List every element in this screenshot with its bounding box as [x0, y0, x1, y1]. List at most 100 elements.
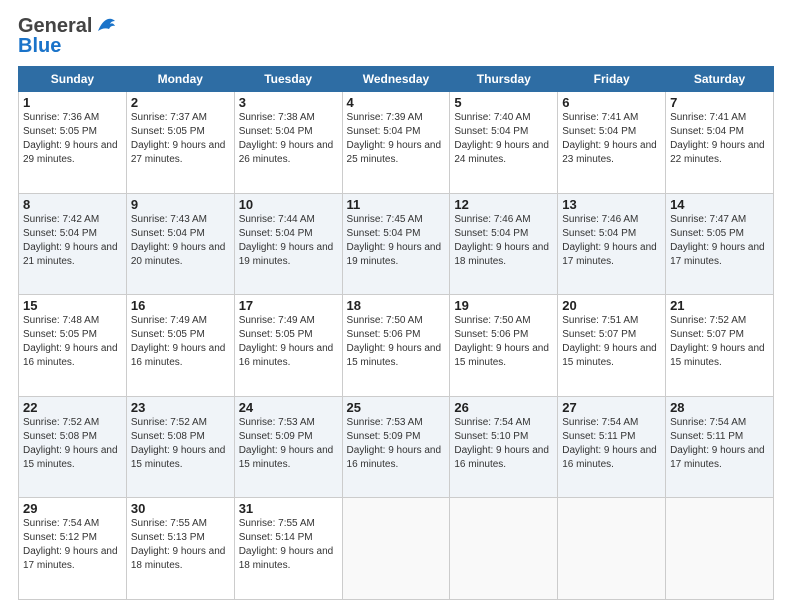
day-info: Sunrise: 7:40 AMSunset: 5:04 PMDaylight:…: [454, 111, 553, 167]
day-number: 28: [670, 400, 769, 415]
day-number: 8: [23, 197, 122, 212]
calendar-cell: 29Sunrise: 7:54 AMSunset: 5:12 PMDayligh…: [19, 498, 127, 600]
day-info: Sunrise: 7:50 AMSunset: 5:06 PMDaylight:…: [454, 314, 553, 370]
day-header-tuesday: Tuesday: [234, 67, 342, 92]
calendar-cell: 19Sunrise: 7:50 AMSunset: 5:06 PMDayligh…: [450, 295, 558, 397]
day-header-sunday: Sunday: [19, 67, 127, 92]
day-info: Sunrise: 7:39 AMSunset: 5:04 PMDaylight:…: [347, 111, 446, 167]
day-info: Sunrise: 7:51 AMSunset: 5:07 PMDaylight:…: [562, 314, 661, 370]
calendar-cell: 17Sunrise: 7:49 AMSunset: 5:05 PMDayligh…: [234, 295, 342, 397]
calendar-cell: 30Sunrise: 7:55 AMSunset: 5:13 PMDayligh…: [126, 498, 234, 600]
day-header-wednesday: Wednesday: [342, 67, 450, 92]
calendar-cell: 2Sunrise: 7:37 AMSunset: 5:05 PMDaylight…: [126, 92, 234, 194]
day-number: 4: [347, 95, 446, 110]
calendar-week-row: 1Sunrise: 7:36 AMSunset: 5:05 PMDaylight…: [19, 92, 774, 194]
calendar-header-row: SundayMondayTuesdayWednesdayThursdayFrid…: [19, 67, 774, 92]
calendar-cell: 9Sunrise: 7:43 AMSunset: 5:04 PMDaylight…: [126, 193, 234, 295]
day-info: Sunrise: 7:54 AMSunset: 5:11 PMDaylight:…: [562, 416, 661, 472]
calendar-cell: 4Sunrise: 7:39 AMSunset: 5:04 PMDaylight…: [342, 92, 450, 194]
calendar-week-row: 8Sunrise: 7:42 AMSunset: 5:04 PMDaylight…: [19, 193, 774, 295]
day-info: Sunrise: 7:43 AMSunset: 5:04 PMDaylight:…: [131, 213, 230, 269]
calendar-cell: 15Sunrise: 7:48 AMSunset: 5:05 PMDayligh…: [19, 295, 127, 397]
calendar-week-row: 15Sunrise: 7:48 AMSunset: 5:05 PMDayligh…: [19, 295, 774, 397]
day-info: Sunrise: 7:46 AMSunset: 5:04 PMDaylight:…: [562, 213, 661, 269]
calendar-cell: 5Sunrise: 7:40 AMSunset: 5:04 PMDaylight…: [450, 92, 558, 194]
calendar-cell: 21Sunrise: 7:52 AMSunset: 5:07 PMDayligh…: [666, 295, 774, 397]
day-info: Sunrise: 7:38 AMSunset: 5:04 PMDaylight:…: [239, 111, 338, 167]
calendar-cell: 23Sunrise: 7:52 AMSunset: 5:08 PMDayligh…: [126, 396, 234, 498]
day-info: Sunrise: 7:54 AMSunset: 5:10 PMDaylight:…: [454, 416, 553, 472]
header: GeneralBlue: [18, 16, 774, 56]
calendar-cell: 26Sunrise: 7:54 AMSunset: 5:10 PMDayligh…: [450, 396, 558, 498]
day-number: 30: [131, 501, 230, 516]
day-info: Sunrise: 7:55 AMSunset: 5:13 PMDaylight:…: [131, 517, 230, 573]
day-number: 3: [239, 95, 338, 110]
bird-icon: [94, 17, 116, 35]
day-number: 20: [562, 298, 661, 313]
day-info: Sunrise: 7:53 AMSunset: 5:09 PMDaylight:…: [347, 416, 446, 472]
day-info: Sunrise: 7:45 AMSunset: 5:04 PMDaylight:…: [347, 213, 446, 269]
calendar-cell: 3Sunrise: 7:38 AMSunset: 5:04 PMDaylight…: [234, 92, 342, 194]
day-number: 1: [23, 95, 122, 110]
calendar-cell: 10Sunrise: 7:44 AMSunset: 5:04 PMDayligh…: [234, 193, 342, 295]
day-number: 15: [23, 298, 122, 313]
day-info: Sunrise: 7:37 AMSunset: 5:05 PMDaylight:…: [131, 111, 230, 167]
calendar-cell: 24Sunrise: 7:53 AMSunset: 5:09 PMDayligh…: [234, 396, 342, 498]
calendar-cell: 20Sunrise: 7:51 AMSunset: 5:07 PMDayligh…: [558, 295, 666, 397]
calendar-cell: 7Sunrise: 7:41 AMSunset: 5:04 PMDaylight…: [666, 92, 774, 194]
day-info: Sunrise: 7:53 AMSunset: 5:09 PMDaylight:…: [239, 416, 338, 472]
day-number: 21: [670, 298, 769, 313]
day-info: Sunrise: 7:36 AMSunset: 5:05 PMDaylight:…: [23, 111, 122, 167]
day-info: Sunrise: 7:52 AMSunset: 5:08 PMDaylight:…: [23, 416, 122, 472]
day-number: 27: [562, 400, 661, 415]
day-info: Sunrise: 7:48 AMSunset: 5:05 PMDaylight:…: [23, 314, 122, 370]
day-number: 10: [239, 197, 338, 212]
calendar-cell: 28Sunrise: 7:54 AMSunset: 5:11 PMDayligh…: [666, 396, 774, 498]
calendar-cell: [666, 498, 774, 600]
day-header-monday: Monday: [126, 67, 234, 92]
calendar-cell: 22Sunrise: 7:52 AMSunset: 5:08 PMDayligh…: [19, 396, 127, 498]
day-number: 31: [239, 501, 338, 516]
day-info: Sunrise: 7:41 AMSunset: 5:04 PMDaylight:…: [562, 111, 661, 167]
day-info: Sunrise: 7:52 AMSunset: 5:08 PMDaylight:…: [131, 416, 230, 472]
day-number: 23: [131, 400, 230, 415]
day-number: 5: [454, 95, 553, 110]
day-number: 29: [23, 501, 122, 516]
day-number: 25: [347, 400, 446, 415]
day-info: Sunrise: 7:55 AMSunset: 5:14 PMDaylight:…: [239, 517, 338, 573]
calendar-cell: 14Sunrise: 7:47 AMSunset: 5:05 PMDayligh…: [666, 193, 774, 295]
day-info: Sunrise: 7:54 AMSunset: 5:11 PMDaylight:…: [670, 416, 769, 472]
day-info: Sunrise: 7:49 AMSunset: 5:05 PMDaylight:…: [131, 314, 230, 370]
logo-blue-text: Blue: [18, 36, 116, 56]
day-info: Sunrise: 7:41 AMSunset: 5:04 PMDaylight:…: [670, 111, 769, 167]
calendar-cell: 6Sunrise: 7:41 AMSunset: 5:04 PMDaylight…: [558, 92, 666, 194]
day-info: Sunrise: 7:49 AMSunset: 5:05 PMDaylight:…: [239, 314, 338, 370]
day-info: Sunrise: 7:54 AMSunset: 5:12 PMDaylight:…: [23, 517, 122, 573]
calendar-cell: 25Sunrise: 7:53 AMSunset: 5:09 PMDayligh…: [342, 396, 450, 498]
day-info: Sunrise: 7:44 AMSunset: 5:04 PMDaylight:…: [239, 213, 338, 269]
day-number: 14: [670, 197, 769, 212]
calendar-cell: 11Sunrise: 7:45 AMSunset: 5:04 PMDayligh…: [342, 193, 450, 295]
calendar-table: SundayMondayTuesdayWednesdayThursdayFrid…: [18, 66, 774, 600]
page: GeneralBlue SundayMondayTuesdayWednesday…: [0, 0, 792, 612]
calendar-cell: 12Sunrise: 7:46 AMSunset: 5:04 PMDayligh…: [450, 193, 558, 295]
day-number: 9: [131, 197, 230, 212]
day-number: 18: [347, 298, 446, 313]
day-number: 7: [670, 95, 769, 110]
calendar-cell: 31Sunrise: 7:55 AMSunset: 5:14 PMDayligh…: [234, 498, 342, 600]
day-header-saturday: Saturday: [666, 67, 774, 92]
day-number: 19: [454, 298, 553, 313]
day-number: 11: [347, 197, 446, 212]
day-number: 17: [239, 298, 338, 313]
logo-general-text: General: [18, 16, 92, 36]
calendar-cell: [342, 498, 450, 600]
day-number: 26: [454, 400, 553, 415]
day-info: Sunrise: 7:46 AMSunset: 5:04 PMDaylight:…: [454, 213, 553, 269]
calendar-cell: [450, 498, 558, 600]
calendar-cell: [558, 498, 666, 600]
calendar-week-row: 22Sunrise: 7:52 AMSunset: 5:08 PMDayligh…: [19, 396, 774, 498]
day-number: 22: [23, 400, 122, 415]
day-info: Sunrise: 7:47 AMSunset: 5:05 PMDaylight:…: [670, 213, 769, 269]
day-info: Sunrise: 7:42 AMSunset: 5:04 PMDaylight:…: [23, 213, 122, 269]
day-info: Sunrise: 7:50 AMSunset: 5:06 PMDaylight:…: [347, 314, 446, 370]
